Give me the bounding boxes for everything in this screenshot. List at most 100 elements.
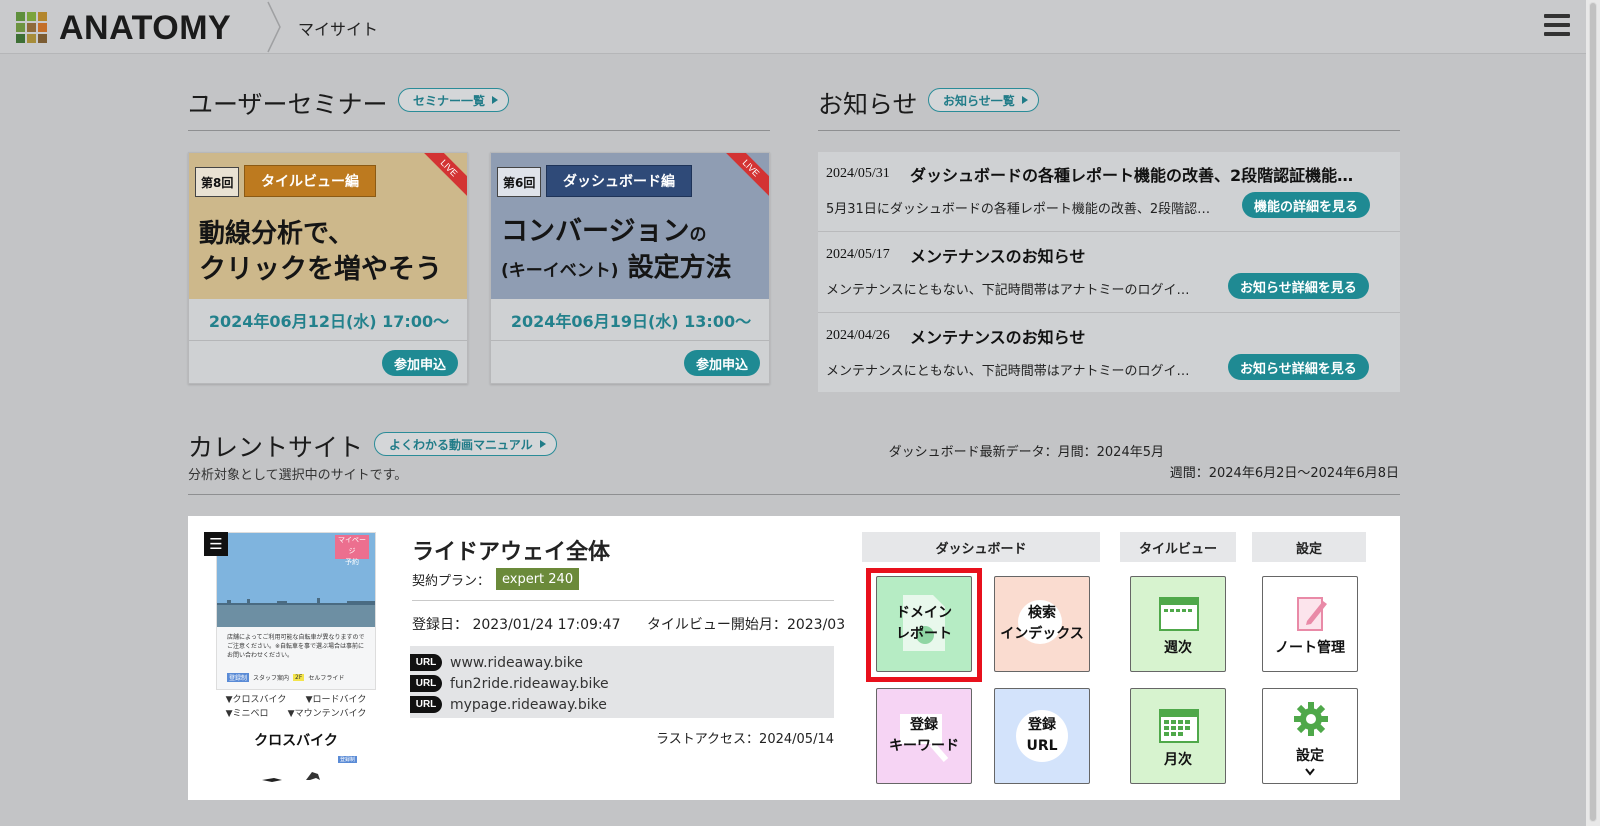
logo-grid-icon	[16, 12, 47, 43]
news-body: 5月31日にダッシュボードの各種レポート機能の改善、2段階認…	[826, 202, 1211, 217]
thumbnail-menu-icon[interactable]: ☰	[204, 532, 228, 556]
search-index-tile[interactable]: 検索 インデックス	[994, 576, 1090, 672]
calendar-month-icon	[1159, 709, 1199, 743]
news-title[interactable]: メンテナンスのお知らせ	[910, 324, 1388, 348]
news-detail-button[interactable]: お知らせ詳細を見る	[1228, 273, 1369, 299]
seminar-card-1[interactable]: 第8回 タイルビュー編 LIVE 動線分析で、 クリックを増やそう 2024年0…	[188, 152, 468, 384]
news-list-button[interactable]: お知らせ一覧	[928, 88, 1039, 112]
site-thumbnail[interactable]: マイページ 予約 店舗によってご利用可能な自転車が異なりますのでご注意ください。※…	[216, 532, 376, 690]
seminar-category-badge: ダッシュボード編	[546, 165, 692, 197]
url-row[interactable]: URL fun2ride.rideaway.bike	[410, 673, 834, 694]
app-header: ANATOMY マイサイト	[0, 0, 1586, 54]
dashboard-monthly-info: ダッシュボード最新データ：月間：2024年5月	[888, 445, 1164, 460]
seminar-headline-line-1: 動線分析で、	[199, 219, 354, 249]
registered-url-tile[interactable]: 登録 URL	[994, 688, 1090, 784]
breadcrumb-separator-icon	[267, 1, 281, 53]
url-badge: URL	[410, 654, 442, 671]
seminar-card-2[interactable]: 第6回 ダッシュボード編 LIVE コンバージョンの (キーイベント) 設定方法…	[490, 152, 770, 384]
news-list: 2024/05/31 ダッシュボードの各種レポート機能の改善、2段階認証機能… …	[818, 152, 1400, 392]
current-site-panel: マイページ 予約 店舗によってご利用可能な自転車が異なりますのでご注意ください。※…	[188, 516, 1400, 800]
news-date: 2024/05/17	[826, 247, 890, 262]
seminar-category-badge: タイルビュー編	[244, 165, 376, 197]
url-row[interactable]: URL www.rideaway.bike	[410, 652, 834, 673]
news-title[interactable]: メンテナンスのお知らせ	[910, 243, 1388, 267]
news-date: 2024/04/26	[826, 328, 890, 343]
seminar-apply-button[interactable]: 参加申込	[382, 350, 458, 376]
plan-label: 契約プラン：	[412, 574, 491, 589]
news-item[interactable]: 2024/04/26 メンテナンスのお知らせ メンテナンスにともない、下記時間帯…	[818, 314, 1400, 394]
thumbnail-mini-chip: 登録制	[338, 756, 358, 763]
arrow-right-icon	[1021, 96, 1028, 104]
seminar-apply-button[interactable]: 参加申込	[684, 350, 760, 376]
page-scrollbar[interactable]	[1586, 0, 1600, 826]
gear-icon	[1294, 702, 1328, 736]
news-detail-button[interactable]: 機能の詳細を見る	[1242, 192, 1371, 218]
seminar-date: 2024年06月19日(水) 13:00〜	[491, 299, 769, 341]
logo-square	[27, 34, 36, 43]
registered-keyword-tile[interactable]: 登録 キーワード	[876, 688, 972, 784]
weekly-tile[interactable]: 週次	[1130, 576, 1226, 672]
breadcrumb-mysite[interactable]: マイサイト	[298, 16, 378, 40]
logo-square	[38, 12, 47, 21]
logo-square	[16, 23, 25, 32]
seminar-round-badge: 第8回	[195, 167, 240, 197]
chevron-down-icon	[1305, 768, 1315, 776]
url-row[interactable]: URL mypage.rideaway.bike	[410, 694, 834, 715]
dashboard-weekly-info: 週間：2024年6月2日〜2024年6月8日	[1169, 466, 1399, 481]
arrow-right-icon	[539, 440, 546, 448]
news-date: 2024/05/31	[826, 166, 890, 181]
monthly-tile[interactable]: 月次	[1130, 688, 1226, 784]
seminar-headline-line-2: クリックを増やそう	[199, 254, 442, 285]
link-crossbike[interactable]: ▼クロスバイク	[226, 692, 287, 706]
thumbnail-notice: 店舗によってご利用可能な自転車が異なりますのでご注意ください。※自転車を事で選ぶ…	[227, 634, 365, 659]
seminar-section-title: ユーザーセミナー	[188, 90, 388, 119]
seminar-divider	[188, 130, 770, 131]
site-url-list: URL www.rideaway.bike URL fun2ride.rideawa…	[410, 646, 834, 718]
logo-square	[27, 12, 36, 21]
menu-hamburger-icon[interactable]	[1544, 14, 1570, 38]
logo-square	[38, 23, 47, 32]
url-badge: URL	[410, 696, 442, 713]
tileview-group-header: タイルビュー	[1120, 532, 1236, 562]
logo-square	[16, 12, 25, 21]
anatomy-logo[interactable]: ANATOMY	[16, 11, 231, 45]
site-name: ライドアウェイ全体	[412, 540, 611, 565]
seminar-round-badge: 第6回	[497, 167, 542, 197]
settings-group-header: 設定	[1252, 532, 1366, 562]
registration-info: 登録日： 2023/01/24 17:09:47 タイルビュー開始月：2023/…	[412, 617, 846, 633]
thumbnail-chips: 登録制 スタッフ案内 2F セルフライド	[227, 673, 345, 682]
logo-square	[27, 23, 36, 32]
news-section-title: お知らせ	[818, 90, 918, 119]
note-management-tile[interactable]: ノート管理	[1262, 576, 1358, 672]
calendar-week-icon	[1159, 597, 1199, 631]
url-badge: URL	[410, 675, 442, 692]
news-divider	[818, 130, 1400, 131]
link-mountainbike[interactable]: ▼マウンテンバイク	[288, 706, 367, 720]
current-site-title: カレントサイト	[188, 433, 364, 462]
current-site-subtitle: 分析対象として選択中のサイトです。	[188, 468, 408, 483]
logo-square	[16, 34, 25, 43]
scrollbar-thumb[interactable]	[1589, 2, 1597, 822]
seminar-date: 2024年06月12日(水) 17:00〜	[189, 299, 467, 341]
thumbnail-links: ▼クロスバイク ▼ロードバイク ▼ミニベロ ▼マウンテンバイク	[216, 692, 376, 720]
seminar-headline-line-2: (キーイベント) 設定方法	[501, 253, 732, 283]
settings-tile[interactable]: 設定	[1262, 688, 1358, 784]
logo-square	[38, 34, 47, 43]
thumbnail-category: クロスバイク	[254, 733, 338, 749]
note-edit-icon	[1297, 597, 1327, 631]
mypage-reserve-tag[interactable]: マイページ 予約	[335, 535, 369, 566]
news-body: メンテナンスにともない、下記時間帯はアナトミーのログイ…	[826, 283, 1190, 298]
news-item[interactable]: 2024/05/31 ダッシュボードの各種レポート機能の改善、2段階認証機能… …	[818, 152, 1400, 232]
news-item[interactable]: 2024/05/17 メンテナンスのお知らせ メンテナンスにともない、下記時間帯…	[818, 233, 1400, 313]
video-manual-button[interactable]: よくわかる動画マニュアル	[374, 432, 557, 456]
plan-badge: expert 240	[496, 568, 580, 590]
seminar-list-button[interactable]: セミナー一覧	[398, 88, 510, 112]
link-roadbike[interactable]: ▼ロードバイク	[306, 692, 367, 706]
news-detail-button[interactable]: お知らせ詳細を見る	[1228, 354, 1369, 380]
link-minivelo[interactable]: ▼ミニベロ	[226, 706, 269, 720]
arrow-right-icon	[492, 96, 499, 104]
seminar-headline-line-1: コンバージョンの	[501, 216, 707, 247]
news-body: メンテナンスにともない、下記時間帯はアナトミーのログイ…	[826, 364, 1190, 379]
current-site-divider	[188, 494, 1400, 495]
news-title[interactable]: ダッシュボードの各種レポート機能の改善、2段階認証機能…	[910, 162, 1388, 186]
